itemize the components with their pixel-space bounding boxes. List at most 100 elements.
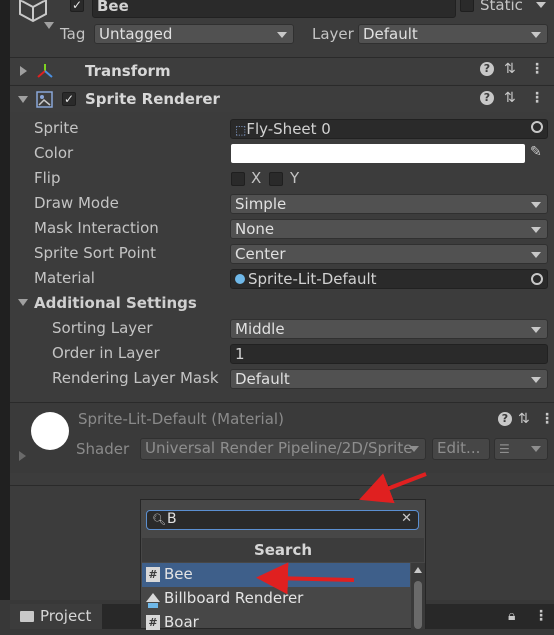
sprite-sort-point-label: Sprite Sort Point — [34, 244, 157, 262]
foldout-arrow-icon[interactable] — [20, 66, 27, 76]
shader-options-dropdown[interactable]: ☰ — [494, 438, 548, 460]
shader-value: Universal Render Pipeline/2D/Sprite — [145, 439, 413, 457]
list-item-label: Boar — [164, 613, 199, 631]
component-header-sprite-renderer[interactable]: ✓ Sprite Renderer ? ⇅ ⋮ — [10, 86, 554, 112]
color-field[interactable] — [231, 144, 525, 163]
material-object-field[interactable]: Sprite-Lit-Default — [230, 269, 548, 289]
popup-header: Search — [142, 538, 424, 562]
color-label: Color — [34, 144, 74, 162]
active-checkbox[interactable]: ✓ — [70, 0, 84, 12]
preset-icon[interactable]: ⇅ — [504, 90, 516, 106]
material-value: Sprite-Lit-Default — [248, 270, 377, 288]
scroll-up-icon[interactable] — [414, 567, 422, 573]
divider — [10, 485, 554, 486]
transform-icon — [37, 64, 53, 78]
billboard-renderer-icon — [146, 593, 160, 602]
popup-search-text: B — [167, 511, 177, 527]
preset-icon[interactable]: ⇅ — [518, 411, 530, 427]
list-icon: ☰ — [499, 442, 510, 456]
chevron-down-icon — [409, 446, 419, 452]
additional-settings-foldout-icon[interactable] — [18, 299, 28, 306]
list-item-label: Billboard Renderer — [164, 589, 304, 607]
material-sphere-icon — [235, 274, 245, 284]
sprite-renderer-title: Sprite Renderer — [85, 90, 220, 108]
chevron-down-icon — [531, 32, 541, 38]
help-icon[interactable]: ? — [498, 412, 512, 426]
sprite-label: Sprite — [34, 119, 79, 137]
chevron-down-icon — [531, 446, 541, 452]
chevron-down-icon — [277, 32, 287, 38]
tab-project-label: Project — [40, 607, 92, 625]
help-icon[interactable]: ? — [480, 91, 494, 105]
draw-mode-value: Simple — [235, 195, 287, 213]
scrollbar-thumb[interactable] — [414, 581, 422, 629]
cube-icon — [19, 0, 47, 23]
sprite-object-field[interactable]: ⬚Fly-Sheet 0 — [230, 119, 548, 139]
additional-settings-title[interactable]: Additional Settings — [34, 294, 197, 312]
list-item-boar[interactable]: # Boar — [142, 611, 410, 635]
popup-search-field[interactable]: 🔍︎ B ✕ — [146, 510, 419, 530]
flip-y-label: Y — [290, 169, 300, 187]
icon-dropdown-caret[interactable] — [44, 22, 54, 29]
add-component-popup: 🔍︎ B ✕ Search # Bee Billboard Renderer #… — [140, 499, 426, 631]
clear-search-icon[interactable]: ✕ — [401, 511, 412, 526]
sprite-renderer-icon — [36, 91, 53, 108]
draw-mode-dropdown[interactable]: Simple — [230, 194, 548, 214]
context-menu-icon[interactable]: ⋮ — [530, 90, 544, 106]
sorting-layer-value: Middle — [235, 320, 285, 338]
static-dropdown-caret[interactable] — [536, 2, 546, 8]
shader-dropdown[interactable]: Universal Render Pipeline/2D/Sprite — [140, 438, 426, 460]
chevron-down-icon — [531, 377, 541, 383]
sprite-renderer-enabled-checkbox[interactable]: ✓ — [62, 92, 76, 106]
object-picker-icon[interactable] — [531, 273, 543, 285]
sorting-layer-label: Sorting Layer — [52, 319, 153, 337]
flip-label: Flip — [34, 169, 61, 187]
help-icon[interactable]: ? — [480, 62, 494, 76]
material-preview-sphere — [31, 412, 69, 450]
sprite-value: Fly-Sheet 0 — [246, 120, 331, 138]
edit-shader-button[interactable]: Edit... — [432, 438, 490, 460]
chevron-down-icon — [531, 227, 541, 233]
tab-project[interactable]: Project — [10, 604, 102, 629]
rendering-layer-mask-dropdown[interactable]: Default — [230, 369, 548, 389]
folder-icon — [20, 611, 34, 622]
mask-interaction-label: Mask Interaction — [34, 219, 159, 237]
flip-y-checkbox[interactable] — [269, 172, 283, 186]
flip-x-label: X — [251, 169, 262, 187]
sorting-layer-dropdown[interactable]: Middle — [230, 319, 548, 339]
list-item-billboard-renderer[interactable]: Billboard Renderer — [142, 587, 410, 611]
material-title: Sprite-Lit-Default (Material) — [78, 410, 284, 428]
order-in-layer-input[interactable]: 1 — [230, 344, 548, 364]
object-picker-icon[interactable] — [531, 121, 543, 133]
lock-icon[interactable]: 🔒︎ — [508, 608, 515, 624]
object-name-input[interactable]: Bee — [92, 0, 456, 18]
sprite-sort-point-dropdown[interactable]: Center — [230, 244, 548, 264]
eyedropper-icon[interactable]: ✎ — [530, 144, 542, 160]
list-item-bee[interactable]: # Bee — [142, 563, 410, 587]
foldout-arrow-icon[interactable] — [18, 96, 28, 103]
context-menu-icon[interactable]: ⋮ — [534, 608, 548, 624]
mask-interaction-dropdown[interactable]: None — [230, 219, 548, 239]
rendering-layer-mask-label: Rendering Layer Mask — [52, 369, 219, 387]
gameobject-header: ✓ Bee Static Tag Untagged Layer Default — [10, 0, 554, 50]
search-icon: 🔍︎ — [152, 513, 166, 526]
flip-x-checkbox[interactable] — [231, 172, 245, 186]
preset-icon[interactable]: ⇅ — [504, 61, 516, 77]
mask-interaction-value: None — [235, 220, 275, 238]
static-checkbox[interactable] — [460, 0, 474, 12]
sprite-sort-point-value: Center — [235, 245, 286, 263]
context-menu-icon[interactable]: ⋮ — [540, 411, 554, 427]
order-in-layer-label: Order in Layer — [52, 344, 160, 362]
billboard-base-icon — [148, 603, 158, 608]
context-menu-icon[interactable]: ⋮ — [530, 61, 544, 77]
material-foldout-icon[interactable] — [19, 451, 26, 461]
script-icon: # — [146, 615, 160, 630]
tag-dropdown[interactable]: Untagged — [94, 24, 294, 44]
list-item-label: Bee — [164, 565, 193, 583]
component-header-transform[interactable]: Transform ? ⇅ ⋮ — [10, 58, 554, 84]
script-icon: # — [146, 567, 160, 582]
chevron-down-icon — [531, 252, 541, 258]
layer-dropdown[interactable]: Default — [358, 24, 548, 44]
material-label: Material — [34, 269, 95, 287]
popup-scrollbar[interactable] — [411, 563, 425, 629]
